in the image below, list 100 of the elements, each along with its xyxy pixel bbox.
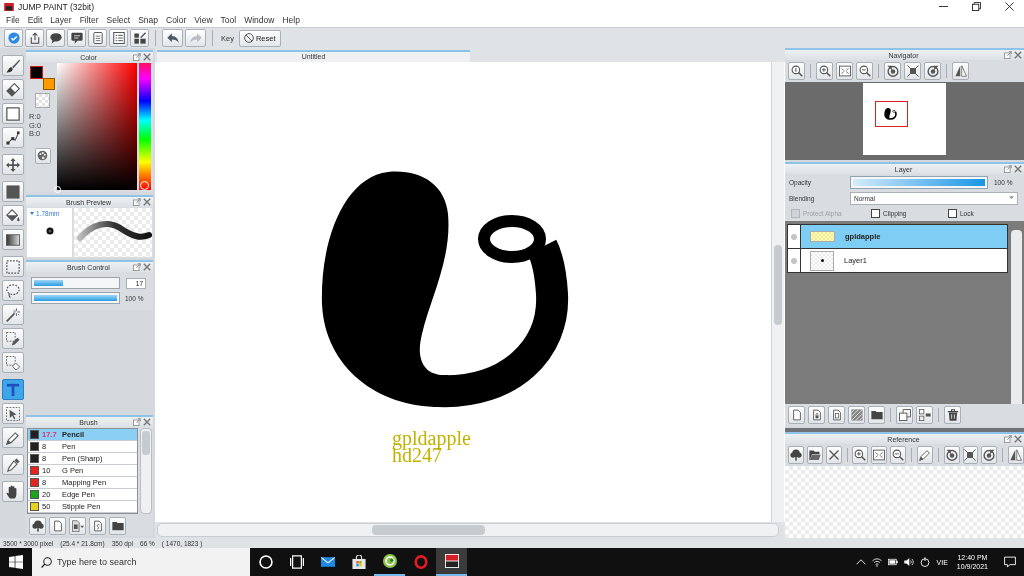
viewport-frame[interactable] (875, 101, 908, 127)
new-page-button[interactable] (788, 406, 805, 424)
grid-edit-button[interactable] (130, 29, 149, 47)
zoom-in-button[interactable] (816, 62, 833, 80)
checkbox[interactable] (948, 209, 957, 218)
folder-button[interactable] (109, 517, 126, 535)
tool-button[interactable] (1, 127, 24, 148)
scroll-thumb[interactable] (372, 525, 485, 535)
volume-icon[interactable] (903, 557, 914, 567)
menu-item[interactable]: Snap (138, 15, 158, 25)
visibility-dot-icon[interactable] (791, 233, 797, 240)
taskbar-button[interactable] (436, 548, 467, 576)
merge-button[interactable] (916, 406, 933, 424)
trash-button[interactable] (944, 406, 961, 424)
vertical-scrollbar[interactable] (771, 62, 784, 522)
center-frame-button[interactable] (962, 446, 979, 464)
battery-icon[interactable] (887, 557, 898, 567)
document-button[interactable] (88, 29, 107, 47)
undock-icon[interactable] (1004, 435, 1012, 443)
undock-icon[interactable] (1004, 165, 1012, 173)
menu-item[interactable]: Help (282, 15, 300, 25)
circle-icon[interactable] (919, 557, 930, 567)
wifi-icon[interactable] (871, 557, 882, 567)
zoom-button[interactable] (788, 62, 805, 80)
menu-item[interactable]: Color (166, 15, 187, 25)
new-page-button[interactable] (49, 517, 66, 535)
close-button[interactable] (825, 446, 842, 464)
hue-slider[interactable] (139, 63, 151, 190)
pen-button[interactable] (916, 446, 933, 464)
tool-button[interactable] (1, 55, 24, 76)
menu-item[interactable]: Edit (27, 15, 43, 25)
horizontal-scrollbar[interactable] (157, 523, 779, 537)
page-dropdown-button[interactable] (69, 517, 86, 535)
rotate-left-button[interactable] (884, 62, 901, 80)
circle-icon[interactable] (258, 555, 273, 569)
search-field[interactable]: Type here to search (32, 548, 250, 576)
tool-button[interactable] (1, 328, 24, 349)
transparent-swatch[interactable] (35, 93, 50, 108)
menu-item[interactable]: Window (244, 15, 275, 25)
palette-button[interactable] (34, 147, 51, 164)
menu-item[interactable]: Filter (79, 15, 99, 25)
tool-button[interactable] (1, 427, 24, 448)
rotate-right-button[interactable] (924, 62, 941, 80)
open-folder-button[interactable] (806, 446, 823, 464)
rotate-right-button[interactable] (981, 446, 998, 464)
tree-button[interactable] (29, 517, 46, 535)
notification-icon[interactable] (1004, 556, 1016, 568)
tool-button[interactable] (1, 481, 24, 502)
undock-icon[interactable] (133, 53, 141, 61)
share-button[interactable] (25, 29, 44, 47)
slider-track[interactable] (31, 277, 120, 289)
menu-item[interactable]: Layer (50, 15, 72, 25)
flip-button[interactable] (952, 62, 969, 80)
navigator-preview[interactable] (863, 83, 946, 155)
speech-bubble-button[interactable] (46, 29, 65, 47)
fit-screen-button[interactable] (871, 446, 888, 464)
background-color-swatch[interactable] (43, 78, 55, 90)
menu-item[interactable]: Select (106, 15, 131, 25)
undock-icon[interactable] (1004, 51, 1012, 59)
undock-icon[interactable] (133, 418, 141, 426)
scroll-thumb[interactable] (142, 431, 150, 455)
color-field[interactable] (57, 63, 137, 190)
tool-button[interactable] (1, 79, 24, 100)
page-button[interactable] (89, 517, 106, 535)
undock-icon[interactable] (133, 198, 141, 206)
tool-button[interactable] (1, 154, 24, 175)
tree-button[interactable] (788, 446, 804, 464)
tool-button[interactable] (1, 181, 24, 202)
zoom-out-button[interactable] (856, 62, 873, 80)
menu-item[interactable]: Tool (220, 15, 237, 25)
tool-button[interactable] (1, 229, 24, 250)
task-view-icon[interactable] (289, 555, 304, 569)
checkbox[interactable] (871, 209, 880, 218)
comment-button[interactable] (67, 29, 86, 47)
menu-item[interactable]: View (194, 15, 213, 25)
fit-screen-button[interactable] (836, 62, 853, 80)
tool-button[interactable] (1, 403, 24, 424)
rotate-left-button[interactable] (943, 446, 960, 464)
visibility-dot-icon[interactable] (791, 257, 797, 264)
folder-button[interactable] (868, 406, 885, 424)
menu-item[interactable]: File (6, 15, 20, 25)
zoom-out-button[interactable] (890, 446, 906, 464)
vertical-scrollbar[interactable] (1011, 230, 1022, 404)
zoom-in-button[interactable] (852, 446, 869, 464)
copy-button[interactable] (896, 406, 913, 424)
flip-button[interactable] (1008, 446, 1024, 464)
tool-button[interactable] (1, 454, 24, 475)
check-circle-button[interactable] (4, 29, 23, 47)
chevron-up-icon[interactable] (855, 557, 866, 567)
foreground-color-swatch[interactable] (30, 66, 43, 79)
scroll-thumb[interactable] (774, 245, 782, 325)
close-icon[interactable] (1005, 2, 1014, 11)
center-frame-button[interactable] (904, 62, 921, 80)
tile-grid-icon[interactable] (9, 555, 23, 569)
restore-icon[interactable] (972, 2, 981, 11)
list-button[interactable] (109, 29, 128, 47)
tool-button[interactable] (1, 205, 24, 226)
page-button[interactable] (828, 406, 845, 424)
vertical-scrollbar[interactable] (140, 428, 152, 514)
page-lock-button[interactable] (808, 406, 825, 424)
